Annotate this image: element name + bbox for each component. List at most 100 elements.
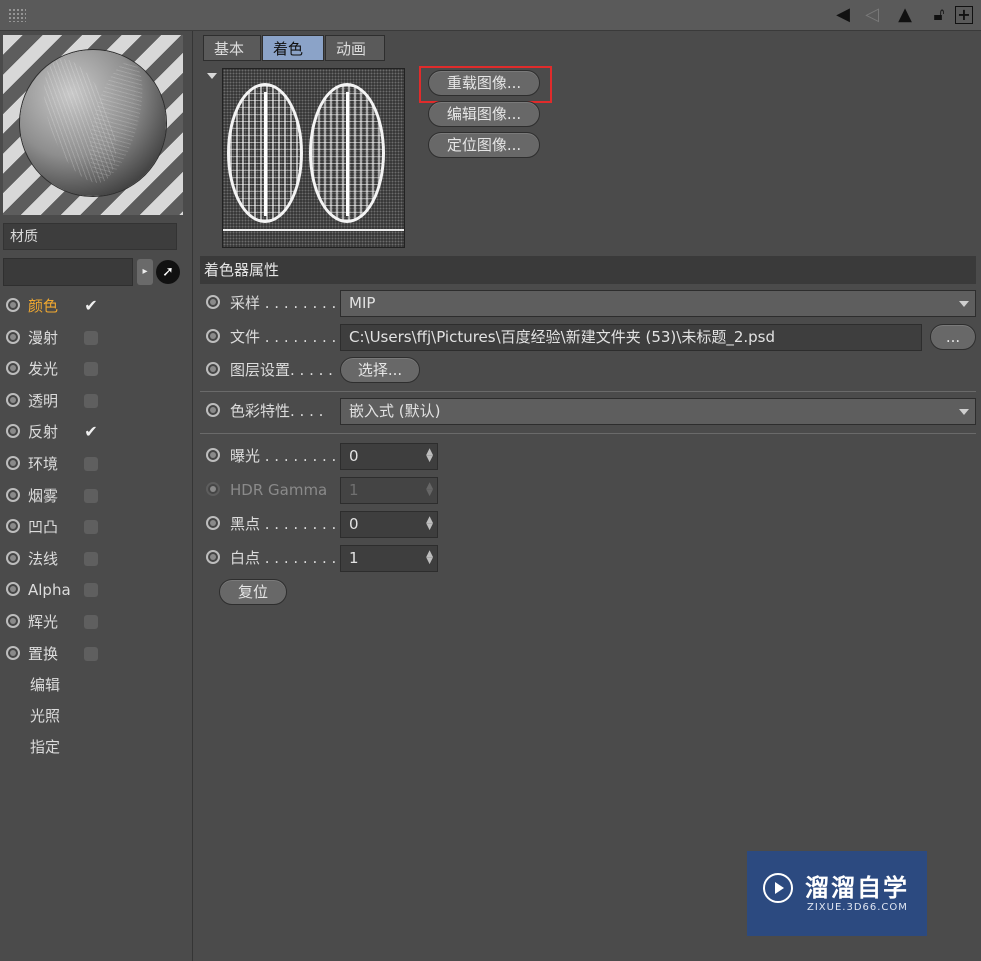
channel-radio[interactable] <box>6 298 20 312</box>
new-window-icon[interactable]: + <box>955 6 973 24</box>
hdr-gamma-row: HDR Gamma 1 ▲ ▼ <box>204 475 976 505</box>
channel-item[interactable]: 颜色 ✔ <box>4 292 184 320</box>
exposure-label: 曝光 . . . . . . . . <box>230 447 337 465</box>
layer-label: 图层设置. . . . . <box>230 361 333 379</box>
white-point-input[interactable]: 1 ▲ ▼ <box>340 545 438 572</box>
material-name-field[interactable]: 材质 <box>3 223 177 250</box>
channel-radio[interactable] <box>6 456 20 470</box>
channel-item[interactable]: 漫射 <box>4 324 184 352</box>
channel-item[interactable]: 环境 <box>4 450 184 478</box>
channel-item[interactable]: 透明 <box>4 387 184 415</box>
color-profile-dropdown[interactable]: 嵌入式 (默认) <box>340 398 976 425</box>
sampling-row: 采样 . . . . . . . . MIP <box>204 288 976 318</box>
channel-radio[interactable] <box>6 645 20 660</box>
channel-checkbox[interactable] <box>84 488 98 503</box>
black-point-anim-radio[interactable] <box>206 516 220 530</box>
channel-checkbox[interactable] <box>84 551 98 566</box>
lock-icon[interactable]: 🔓︎ <box>928 4 950 26</box>
channel-item[interactable]: 烟雾 <box>4 482 184 510</box>
edit-image-button[interactable]: 编辑图像... <box>428 101 540 127</box>
locate-image-button[interactable]: 定位图像... <box>428 132 540 158</box>
file-path-field[interactable]: C:\Users\ffj\Pictures\百度经验\新建文件夹 (53)\未标… <box>340 324 922 351</box>
exposure-input[interactable]: 0 ▲ ▼ <box>340 443 438 470</box>
material-subitem[interactable]: 编辑 <box>30 673 60 697</box>
color-profile-value: 嵌入式 (默认) <box>349 402 441 420</box>
collapse-triangle-icon[interactable] <box>207 73 217 79</box>
channel-radio[interactable] <box>6 424 20 439</box>
material-subitem[interactable]: 光照 <box>30 704 60 728</box>
channel-item[interactable]: 法线 <box>4 545 184 573</box>
spinner-icon[interactable]: ▲ ▼ <box>426 550 433 566</box>
shader-properties-header: 着色器属性 <box>200 256 976 284</box>
file-anim-radio[interactable] <box>206 329 220 343</box>
channel-checkbox[interactable] <box>84 615 98 629</box>
channel-checkbox[interactable]: ✔ <box>84 298 98 314</box>
channel-item[interactable]: 凹凸 <box>4 513 184 541</box>
spinner-icon[interactable]: ▲ ▼ <box>426 516 433 532</box>
white-point-anim-radio[interactable] <box>206 550 220 564</box>
channel-checkbox[interactable] <box>84 520 98 535</box>
expand-arrow-icon[interactable]: ▸ <box>137 259 153 285</box>
channel-checkbox[interactable]: ✔ <box>84 424 98 440</box>
channel-checkbox[interactable] <box>84 646 98 661</box>
hdr-gamma-label: HDR Gamma <box>230 481 328 499</box>
channel-checkbox[interactable] <box>84 393 98 408</box>
channel-radio[interactable] <box>6 487 20 502</box>
channel-checkbox[interactable] <box>84 583 98 598</box>
exposure-row: 曝光 . . . . . . . . 0 ▲ ▼ <box>204 441 976 471</box>
material-subitem[interactable]: 指定 <box>30 735 60 759</box>
channel-radio[interactable] <box>6 550 20 565</box>
channel-item[interactable]: 反射 ✔ <box>4 418 184 446</box>
channel-radio[interactable] <box>6 582 20 597</box>
texture-thumbnail[interactable] <box>222 68 405 248</box>
channel-item[interactable]: 置换 <box>4 640 184 668</box>
pick-cursor-icon[interactable]: ➚ <box>156 260 180 284</box>
channel-label: 发光 <box>28 360 59 379</box>
color-profile-anim-radio[interactable] <box>206 403 220 417</box>
channel-label: 烟雾 <box>28 486 59 505</box>
sampling-dropdown[interactable]: MIP <box>340 290 976 317</box>
tab-basic[interactable]: 基本 <box>203 35 261 61</box>
channel-checkbox[interactable] <box>84 362 98 377</box>
preview-sphere <box>20 50 166 196</box>
channel-item[interactable]: 发光 <box>4 355 184 383</box>
channel-label: 法线 <box>28 549 59 568</box>
tab-animation[interactable]: 动画 <box>325 35 385 61</box>
channel-checkbox[interactable] <box>84 457 98 471</box>
channel-label: 透明 <box>28 391 59 410</box>
layer-select-button[interactable]: 选择... <box>340 357 420 383</box>
black-point-row: 黑点 . . . . . . . . 0 ▲ ▼ <box>204 509 976 539</box>
channel-item[interactable]: 辉光 <box>4 608 184 636</box>
browse-file-button[interactable]: ... <box>930 324 976 350</box>
channel-checkbox[interactable] <box>84 330 98 345</box>
color-profile-row: 色彩特性. . . . 嵌入式 (默认) <box>204 396 976 426</box>
reset-button[interactable]: 复位 <box>219 579 287 605</box>
black-point-input[interactable]: 0 ▲ ▼ <box>340 511 438 538</box>
up-arrow-icon[interactable]: ▲ <box>893 4 917 26</box>
back-arrow-icon[interactable]: ◀ <box>828 4 858 26</box>
layer-anim-radio[interactable] <box>206 362 220 376</box>
panel-grip-icon[interactable] <box>8 8 26 22</box>
spinner-icon[interactable]: ▲ ▼ <box>426 448 433 464</box>
divider <box>200 433 976 434</box>
channel-label: 漫射 <box>28 328 59 347</box>
forward-arrow-icon[interactable]: ◁ <box>858 4 886 26</box>
file-label: 文件 . . . . . . . . <box>230 328 337 346</box>
thumbnail-baseline <box>223 229 404 231</box>
white-point-row: 白点 . . . . . . . . 1 ▲ ▼ <box>204 543 976 573</box>
material-search-input[interactable] <box>3 258 133 286</box>
channel-radio[interactable] <box>6 361 20 376</box>
chevron-down-icon <box>959 409 969 415</box>
channel-radio[interactable] <box>6 392 20 407</box>
material-preview[interactable] <box>3 35 183 215</box>
channel-radio[interactable] <box>6 329 20 344</box>
channel-radio[interactable] <box>6 519 20 534</box>
tab-shader[interactable]: 着色器 <box>262 35 324 84</box>
leaf-shape-left <box>227 83 303 223</box>
channel-radio[interactable] <box>6 614 20 628</box>
exposure-anim-radio[interactable] <box>206 448 220 462</box>
sampling-anim-radio[interactable] <box>206 295 220 309</box>
play-icon <box>763 873 793 903</box>
watermark-subtitle: ZIXUE.3D66.COM <box>807 902 908 913</box>
channel-item[interactable]: Alpha <box>4 576 184 604</box>
